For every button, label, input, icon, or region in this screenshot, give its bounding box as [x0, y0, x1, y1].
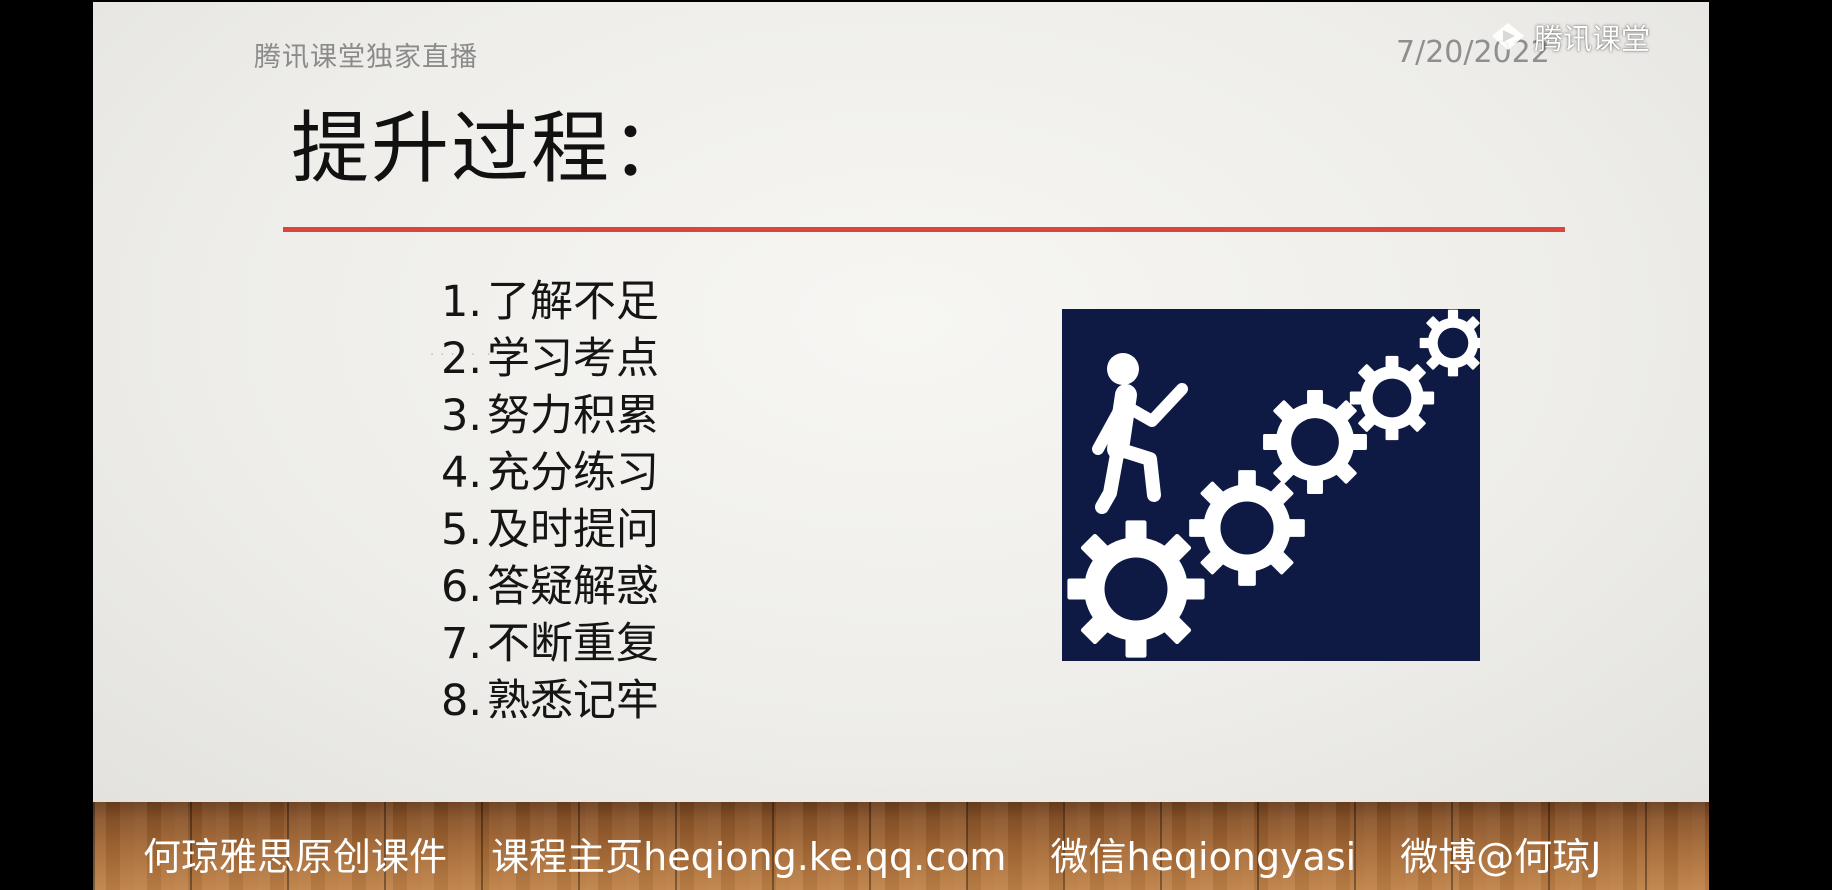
step-text: 努力积累	[487, 391, 659, 441]
footer-homepage: 课程主页heqiong.ke.qq.com	[491, 835, 1007, 879]
footer-wechat: 微信heqiongyasi	[1050, 835, 1357, 879]
step-number: 5.	[441, 505, 483, 555]
step-text: 充分练习	[487, 448, 659, 498]
step-text: 熟悉记牢	[487, 676, 659, 726]
footer-info: 何琼雅思原创课件 课程主页heqiong.ke.qq.com 微信heqiong…	[143, 826, 1602, 881]
step-item: 1. 了解不足	[441, 274, 659, 331]
step-text: 及时提问	[487, 505, 659, 555]
step-number: 4.	[441, 448, 483, 498]
step-number: 8.	[441, 676, 483, 726]
step-number: 6.	[441, 562, 483, 612]
overlay-caption: · · · · · · · · ·	[430, 348, 523, 363]
footer-courseware: 何琼雅思原创课件	[143, 835, 448, 879]
step-text: 了解不足	[487, 277, 659, 327]
step-item: 3. 努力积累	[441, 388, 659, 445]
step-item: 7. 不断重复	[441, 616, 659, 673]
step-item: 6. 答疑解惑	[441, 559, 659, 616]
slide: 腾讯课堂独家直播 7/20/2022 提升过程： 1. 了解不足 2. 学习考点 3…	[93, 2, 1709, 802]
step-number: 3.	[441, 391, 483, 441]
step-number: 7.	[441, 619, 483, 669]
tencent-classroom-watermark: 腾讯课堂	[1488, 16, 1650, 58]
step-item: 8. 熟悉记牢	[441, 673, 659, 730]
steps-list: 1. 了解不足 2. 学习考点 3. 努力积累 4. 充分练习 5. 及时提问 6. 答疑解…	[441, 274, 659, 730]
step-text: 不断重复	[487, 619, 659, 669]
footer-weibo: 微博@何琼J	[1400, 835, 1602, 879]
tencent-classroom-logo-icon	[1492, 23, 1524, 50]
slide-header-label: 腾讯课堂独家直播	[254, 42, 478, 73]
step-item: 4. 充分练习	[441, 445, 659, 502]
step-number: 1.	[441, 277, 483, 327]
person-climbing-gears-icon	[1062, 309, 1480, 661]
watermark-label: 腾讯课堂	[1534, 22, 1651, 56]
step-text: 答疑解惑	[487, 562, 659, 612]
title-divider	[283, 227, 1565, 232]
step-item: 5. 及时提问	[441, 502, 659, 559]
slide-title: 提升过程：	[291, 104, 692, 194]
